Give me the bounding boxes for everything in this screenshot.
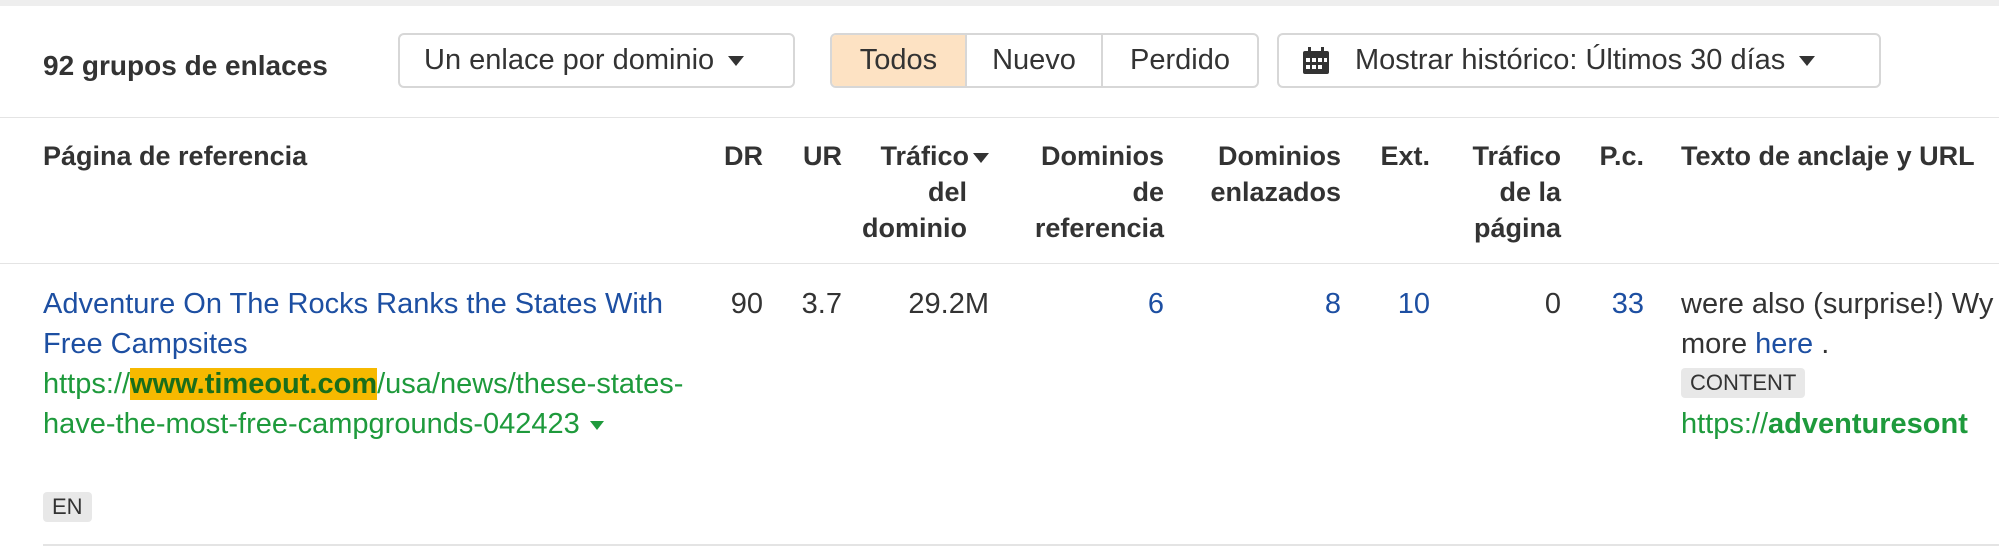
link-groups-count: 92 grupos de enlaces [43, 50, 328, 81]
header-referring-domains[interactable]: Dominios de referencia [1035, 138, 1164, 246]
header-referring-domains-line1: Dominios [1040, 141, 1164, 171]
sort-desc-icon [973, 152, 989, 163]
anchor-link[interactable]: here [1755, 328, 1813, 360]
header-referring-page[interactable]: Página de referencia [43, 138, 307, 174]
calendar-icon [1303, 46, 1329, 74]
history-label: Mostrar histórico: Últimos 30 días [1355, 44, 1786, 76]
header-page-traffic[interactable]: Tráfico de la página [1472, 138, 1561, 246]
row-divider [43, 544, 1999, 546]
header-anchor-url: Texto de anclaje y URL [1681, 141, 1975, 171]
header-domain-traffic-line1: Tráfico [880, 141, 969, 171]
cell-dr: 90 [730, 288, 763, 320]
filter-segmented-control: Todos Nuevo Perdido [830, 33, 1259, 88]
header-dr[interactable]: DR [724, 138, 763, 174]
header-linked-domains[interactable]: Dominios enlazados [1210, 138, 1341, 210]
language-badge: EN [43, 492, 92, 522]
referring-page-url[interactable]: https://www.timeout.com/usa/news/these-s… [43, 364, 693, 444]
history-dropdown[interactable]: Mostrar histórico: Últimos 30 días [1277, 33, 1881, 88]
filter-tab-todos[interactable]: Todos [832, 35, 967, 86]
anchor-type-badge: CONTENT [1681, 368, 1806, 398]
filter-tab-nuevo[interactable]: Nuevo [967, 35, 1103, 86]
chevron-down-icon [1799, 55, 1816, 66]
target-url-prefix: https:// [1681, 408, 1769, 440]
header-referring-domains-line3: referencia [1034, 213, 1164, 243]
header-keywords[interactable]: P.c. [1599, 138, 1644, 174]
target-url-link[interactable]: https://adventuresont [1681, 404, 1968, 444]
header-linked-domains-line1: Dominios [1217, 141, 1341, 171]
header-domain-traffic-line2: del [927, 177, 967, 207]
header-ur[interactable]: UR [803, 138, 842, 174]
url-domain-highlight: www.timeout.com [130, 368, 378, 400]
header-domain-traffic[interactable]: Tráfico del dominio [862, 138, 989, 246]
link-per-domain-label: Un enlace por dominio [424, 44, 715, 76]
cell-domain-traffic: 29.2M [908, 288, 989, 320]
target-url-domain: adventuresont [1768, 408, 1968, 440]
anchor-context: were also (surprise!) Wy more here . [1681, 284, 1993, 364]
header-page-traffic-line2: de la [1499, 177, 1561, 207]
cell-ext[interactable]: 10 [1398, 284, 1430, 324]
chevron-down-icon [728, 55, 745, 66]
filter-tab-perdido[interactable]: Perdido [1103, 35, 1257, 86]
anchor-prefix: more [1681, 328, 1756, 360]
header-domain-traffic-line3: dominio [862, 213, 967, 243]
cell-referring-domains[interactable]: 6 [1148, 284, 1164, 324]
cell-keywords[interactable]: 33 [1612, 284, 1644, 324]
url-prefix: https:// [43, 368, 131, 400]
cell-linked-domains[interactable]: 8 [1325, 284, 1341, 324]
referring-page-title-link[interactable]: Adventure On The Rocks Ranks the States … [43, 284, 703, 364]
anchor-suffix: . [1813, 328, 1830, 360]
table-header: Página de referencia DR UR Tráfico del d… [0, 118, 1999, 264]
cell-ur: 3.7 [801, 288, 842, 320]
header-ext[interactable]: Ext. [1380, 138, 1430, 174]
anchor-context-line1: were also (surprise!) Wy [1681, 288, 1994, 320]
toolbar: 92 grupos de enlaces Un enlace por domin… [0, 6, 1999, 118]
anchor-context-line2: more here . [1681, 324, 1993, 364]
link-per-domain-dropdown[interactable]: Un enlace por dominio [398, 33, 795, 88]
table-row: Adventure On The Rocks Ranks the States … [0, 264, 1999, 544]
header-linked-domains-line2: enlazados [1210, 177, 1341, 207]
header-page-traffic-line1: Tráfico [1472, 141, 1561, 171]
header-page-traffic-line3: página [1473, 213, 1561, 243]
cell-page-traffic: 0 [1544, 288, 1561, 320]
chevron-down-icon[interactable] [589, 420, 604, 430]
header-referring-domains-line2: de [1132, 177, 1164, 207]
